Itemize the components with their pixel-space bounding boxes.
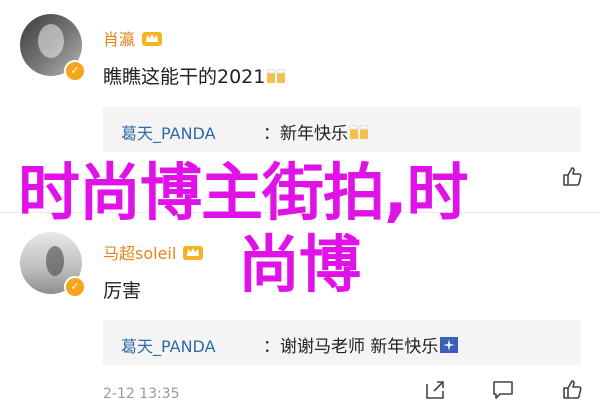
reply-username[interactable]: 葛天_PANDA	[121, 120, 216, 144]
crown-badge-icon	[142, 32, 163, 46]
verified-badge-icon: ✓	[64, 276, 86, 298]
share-icon[interactable]	[423, 378, 447, 402]
comment-username[interactable]: 肖瀛	[103, 26, 163, 50]
comment-text: 瞧瞧这能干的2021	[103, 62, 287, 89]
sparkle-emoji-icon	[440, 337, 459, 353]
like-icon[interactable]	[560, 378, 584, 402]
beer-emoji-icon	[266, 69, 286, 83]
comment-timestamp: 2-12 13:35	[103, 386, 180, 402]
verified-badge-icon: ✓	[64, 60, 86, 82]
comment-icon[interactable]	[491, 378, 515, 402]
reply-text: ：新年快乐	[263, 119, 370, 144]
beer-emoji-icon	[349, 125, 369, 139]
like-icon[interactable]	[560, 165, 584, 189]
overlay-title-line2: 尚博	[238, 228, 361, 301]
reply-username[interactable]: 葛天_PANDA	[121, 333, 216, 357]
reply-text: ：谢谢马老师 新年快乐	[263, 332, 460, 357]
comment-username[interactable]: 马超soleil	[103, 240, 204, 264]
comment-text: 厉害	[103, 280, 142, 302]
crown-badge-icon	[183, 246, 204, 260]
reply-box[interactable]: 葛天_PANDA ：谢谢马老师 新年快乐	[103, 320, 581, 365]
